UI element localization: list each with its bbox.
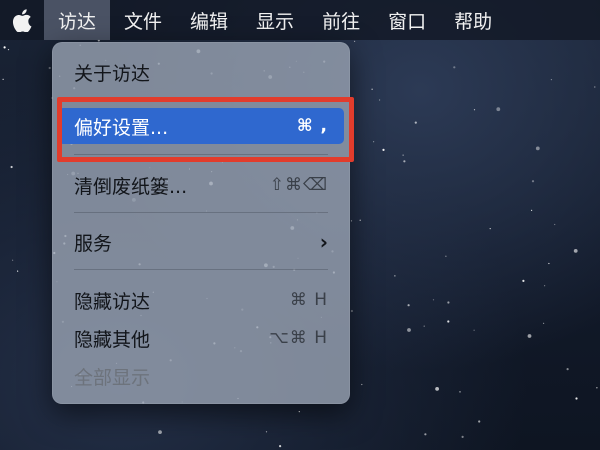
star (382, 148, 385, 151)
star (265, 431, 268, 433)
star (279, 445, 282, 448)
star (423, 325, 425, 327)
star (394, 275, 396, 277)
menu-bar: 访达 文件 编辑 显示 前往 窗口 帮助 (0, 0, 600, 40)
star (445, 255, 447, 257)
star (535, 146, 540, 151)
menu-go[interactable]: 前往 (308, 0, 374, 40)
star (432, 299, 435, 301)
star (10, 165, 13, 169)
star (371, 88, 373, 90)
star (453, 66, 456, 69)
star (17, 270, 19, 272)
menu-file[interactable]: 文件 (110, 0, 176, 40)
star (361, 383, 363, 386)
star (350, 220, 353, 222)
star (354, 40, 356, 43)
annotation-highlight-box (57, 97, 354, 162)
menu-item-empty-trash[interactable]: 清倒废纸篓... ⇧⌘⌫ (58, 167, 344, 203)
hide-others-label: 隐藏其他 (74, 328, 151, 351)
services-label: 服务 (74, 232, 113, 255)
star (544, 285, 546, 287)
star (496, 107, 501, 112)
empty-trash-shortcut: ⇧⌘⌫ (269, 175, 328, 195)
hide-finder-label: 隐藏访达 (74, 290, 151, 313)
apple-logo-icon (12, 8, 32, 32)
menu-view[interactable]: 显示 (242, 0, 308, 40)
star (373, 141, 375, 143)
show-all-label: 全部显示 (74, 366, 151, 389)
star (414, 121, 417, 124)
star (575, 397, 578, 400)
star (158, 430, 162, 434)
star (473, 329, 475, 331)
star (596, 387, 598, 389)
star (478, 420, 481, 423)
menu-item-hide-finder[interactable]: 隐藏访达 ⌘ H (58, 282, 344, 318)
star (402, 154, 404, 156)
star (459, 391, 461, 393)
menu-item-about-finder[interactable]: 关于访达 (58, 54, 344, 90)
star (3, 46, 6, 49)
star (407, 304, 410, 307)
menu-separator (74, 212, 328, 213)
apple-menu[interactable] (0, 0, 44, 40)
star (473, 109, 476, 111)
star (48, 66, 51, 70)
star (298, 411, 300, 413)
star (566, 368, 569, 371)
star (435, 387, 439, 391)
star (407, 328, 411, 332)
star (461, 435, 464, 438)
menu-item-services[interactable]: 服务 › (58, 224, 344, 260)
star (12, 259, 14, 261)
star (2, 78, 4, 80)
star (7, 49, 10, 51)
hide-finder-shortcut: ⌘ H (289, 290, 328, 310)
star (447, 301, 450, 304)
about-finder-label: 关于访达 (74, 62, 151, 85)
menu-separator (74, 269, 328, 270)
star (548, 262, 550, 265)
menu-window[interactable]: 窗口 (374, 0, 440, 40)
star (594, 86, 596, 88)
star (531, 180, 535, 183)
star (350, 309, 353, 313)
menu-finder[interactable]: 访达 (44, 0, 111, 40)
menu-edit[interactable]: 编辑 (176, 0, 242, 40)
star (424, 433, 427, 436)
chevron-right-icon: › (319, 230, 328, 254)
star (379, 99, 381, 101)
star (359, 219, 361, 221)
star (550, 79, 553, 81)
star (489, 228, 491, 230)
star (527, 334, 532, 338)
menu-item-show-all: 全部显示 (58, 358, 344, 394)
star (447, 320, 450, 323)
star (554, 223, 556, 226)
menu-item-hide-others[interactable]: 隐藏其他 ⌥⌘ H (58, 320, 344, 356)
empty-trash-label: 清倒废纸篓... (74, 175, 188, 198)
hide-others-shortcut: ⌥⌘ H (269, 328, 328, 348)
star (573, 249, 578, 253)
star (403, 160, 406, 163)
star (522, 279, 525, 282)
menu-help[interactable]: 帮助 (440, 0, 506, 40)
star (531, 209, 533, 211)
star (543, 322, 545, 324)
